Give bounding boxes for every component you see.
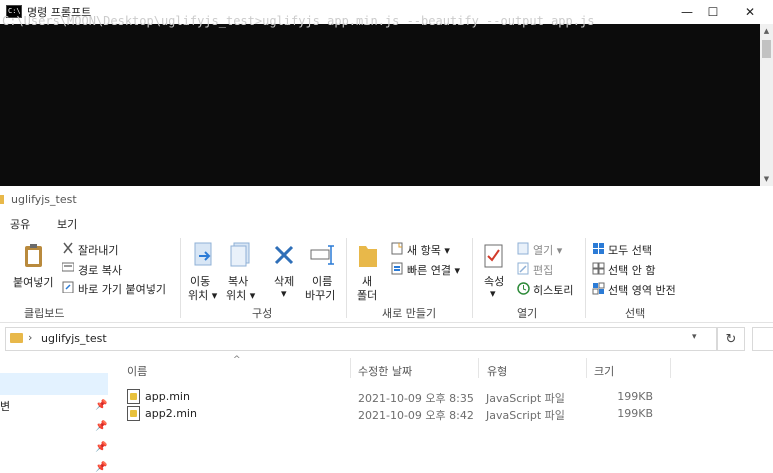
copy-path-button[interactable]: 경로 복사 [78, 262, 122, 278]
delete-icon [273, 244, 295, 269]
chevron-down-icon[interactable]: ▾ [692, 332, 697, 342]
pin-icon[interactable]: 📌 [95, 400, 107, 411]
refresh-button[interactable]: ↻ [717, 327, 745, 351]
open-button[interactable]: 열기 ▾ [533, 242, 562, 258]
pin-icon[interactable]: 📌 [95, 462, 107, 473]
column-separator[interactable] [478, 358, 479, 378]
pin-icon[interactable]: 📌 [95, 421, 107, 432]
file-type: JavaScript 파일 [486, 409, 565, 422]
rename-button-l2[interactable]: 바꾸기 [305, 287, 335, 303]
pin-icon[interactable]: 📌 [95, 442, 107, 453]
scroll-up-icon[interactable]: ▲ [760, 24, 773, 38]
refresh-icon: ↻ [725, 331, 737, 347]
properties-icon [484, 244, 504, 271]
new-item-icon [391, 242, 403, 258]
cut-icon [62, 242, 74, 257]
scroll-down-icon[interactable]: ▼ [760, 172, 773, 186]
column-header-name[interactable]: 이름 [127, 363, 147, 379]
cmd-line: C:\Users\MOON\Desktop\uglifyjs_test>ugli… [2, 14, 594, 28]
open-icon [517, 242, 529, 258]
group-label-new: 새로 만들기 [382, 307, 437, 320]
delete-dropdown[interactable]: ▾ [281, 287, 287, 300]
select-none-button[interactable]: 선택 안 함 [608, 262, 655, 278]
copy-to-button-l2[interactable]: 위치 ▾ [226, 287, 255, 303]
file-size: 199KB [617, 407, 653, 420]
history-button[interactable]: 히스토리 [533, 282, 573, 298]
group-label-select: 선택 [625, 307, 646, 320]
file-name[interactable]: app2.min [145, 407, 197, 420]
address-bar[interactable] [5, 327, 717, 351]
explorer-titlebar[interactable] [0, 190, 773, 210]
select-none-icon [592, 262, 605, 278]
ribbon-separator [346, 238, 347, 318]
chevron-right-icon[interactable]: › [28, 331, 32, 344]
sort-ascending-icon: ^ [233, 355, 241, 365]
group-label-organize: 구성 [252, 307, 273, 320]
paste-button[interactable]: 붙여넣기 [13, 274, 53, 290]
history-icon [517, 282, 530, 298]
file-date: 2021-10-09 오후 8:42 [358, 409, 474, 422]
invert-selection-button[interactable]: 선택 영역 반전 [608, 282, 676, 298]
invert-selection-icon [592, 282, 605, 298]
tab-share[interactable]: 공유 [10, 216, 30, 232]
cmd-console[interactable] [0, 24, 760, 186]
folder-icon [10, 333, 23, 343]
folder-icon [0, 195, 4, 204]
select-all-icon [592, 242, 605, 258]
group-label-open: 열기 [517, 307, 538, 320]
copy-path-icon [61, 262, 75, 275]
new-folder-button-l2[interactable]: 폴더 [357, 287, 377, 303]
explorer-title: uglifyjs_test [11, 193, 77, 206]
file-name[interactable]: app.min [145, 390, 190, 403]
ribbon-separator [585, 238, 586, 318]
group-label-clipboard: 클립보드 [24, 307, 65, 320]
close-button[interactable]: ✕ [727, 0, 773, 24]
easy-access-button[interactable]: 빠른 연결 ▾ [407, 262, 460, 278]
ribbon-separator [472, 238, 473, 318]
nav-selected-item[interactable] [0, 373, 108, 395]
ribbon-separator [180, 238, 181, 318]
move-to-button-l2[interactable]: 위치 ▾ [188, 287, 217, 303]
select-all-button[interactable]: 모두 선택 [608, 242, 652, 258]
cut-button[interactable]: 잘라내기 [78, 242, 118, 258]
edit-button[interactable]: 편집 [533, 262, 553, 278]
javascript-file-icon [127, 389, 140, 404]
javascript-file-icon [127, 406, 140, 421]
column-separator[interactable] [350, 358, 351, 378]
search-input[interactable] [752, 327, 773, 351]
file-size: 199KB [617, 390, 653, 403]
nav-item-label[interactable]: 변 [0, 398, 10, 414]
edit-icon [517, 262, 529, 278]
column-header-date[interactable]: 수정한 날짜 [358, 363, 412, 379]
cmd-command: uglifyjs app.min.js --beautify --output … [262, 14, 595, 28]
move-to-icon [193, 242, 215, 271]
copy-to-icon [230, 242, 252, 271]
cmd-prompt: C:\Users\MOON\Desktop\uglifyjs_test> [2, 14, 263, 28]
column-separator[interactable] [670, 358, 671, 378]
column-separator[interactable] [586, 358, 587, 378]
column-header-size[interactable]: 크기 [594, 363, 614, 379]
new-folder-icon [358, 242, 378, 271]
properties-dropdown[interactable]: ▾ [490, 287, 496, 300]
address-path[interactable]: uglifyjs_test [41, 332, 107, 345]
cmd-scroll-thumb[interactable] [762, 40, 771, 58]
file-type: JavaScript 파일 [486, 392, 565, 405]
new-item-button[interactable]: 새 항목 ▾ [407, 242, 450, 258]
file-list-scrollbar[interactable] [760, 357, 773, 473]
column-header-type[interactable]: 유형 [487, 363, 507, 379]
rename-icon [310, 244, 334, 269]
clipboard-icon [23, 243, 44, 268]
file-date: 2021-10-09 오후 8:35 [358, 392, 474, 405]
tab-view[interactable]: 보기 [57, 216, 77, 232]
easy-access-icon [391, 262, 403, 278]
paste-shortcut-icon [62, 281, 74, 296]
paste-shortcut-button[interactable]: 바로 가기 붙여넣기 [78, 281, 166, 297]
